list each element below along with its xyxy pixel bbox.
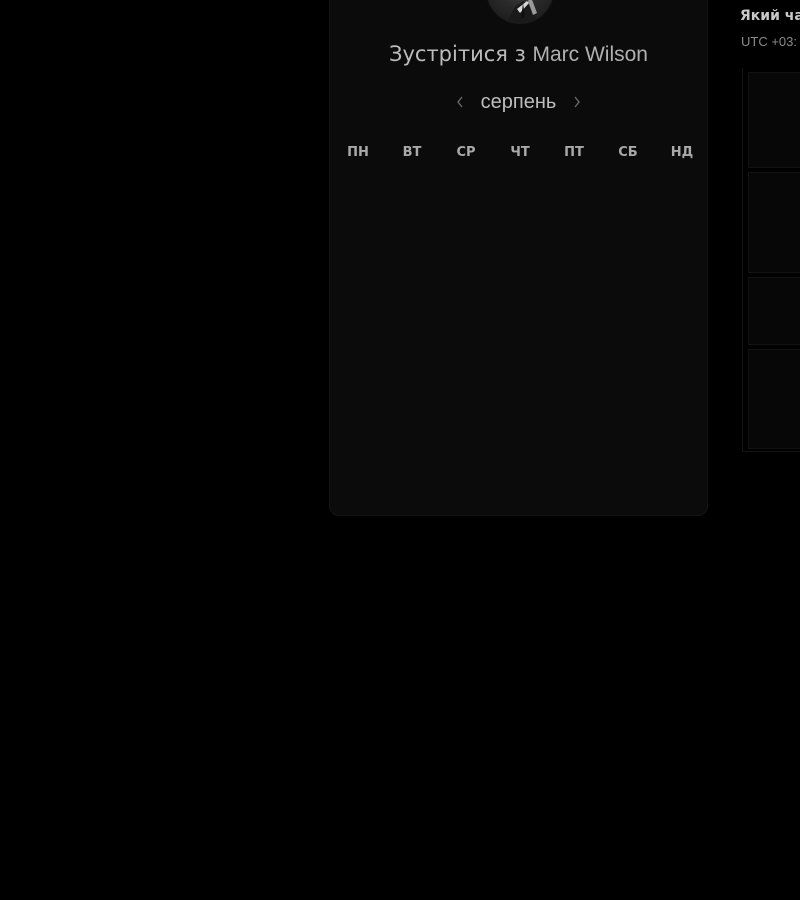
weekday-monday: ПН [347, 145, 369, 160]
weekday-thursday: ЧТ [510, 145, 530, 160]
month-navigation: серпень [329, 88, 708, 116]
weekday-tuesday: ВТ [402, 145, 422, 160]
time-slot[interactable] [748, 172, 800, 273]
time-slot[interactable] [748, 349, 800, 449]
weekday-friday: ПТ [564, 145, 584, 160]
chevron-left-icon [456, 96, 463, 108]
person-icon [506, 0, 539, 23]
next-month-button[interactable] [566, 91, 588, 113]
weekday-saturday: СБ [618, 145, 638, 160]
weekday-header: ПН ВТ СР ЧТ ПТ СБ НД [331, 145, 709, 160]
chevron-right-icon [574, 96, 581, 108]
time-slot[interactable] [748, 277, 800, 345]
timezone-selector[interactable]: UTC +03: [741, 34, 797, 49]
time-slot-list [742, 68, 800, 452]
previous-month-button[interactable] [449, 91, 471, 113]
host-name: Marc Wilson [532, 43, 648, 66]
booking-title: Зустрітися з Marc Wilson [329, 42, 708, 67]
timezone-heading: Який час [740, 8, 800, 24]
host-avatar [486, 0, 554, 24]
booking-card [329, 0, 708, 516]
weekday-wednesday: СР [456, 145, 476, 160]
time-slot[interactable] [748, 72, 800, 168]
current-month-label: серпень [480, 90, 557, 113]
booking-page: Зустрітися з Marc Wilson серпень ПН ВТ С… [0, 0, 800, 900]
weekday-sunday: НД [670, 145, 694, 160]
title-prefix: Зустрітися з [389, 42, 526, 66]
